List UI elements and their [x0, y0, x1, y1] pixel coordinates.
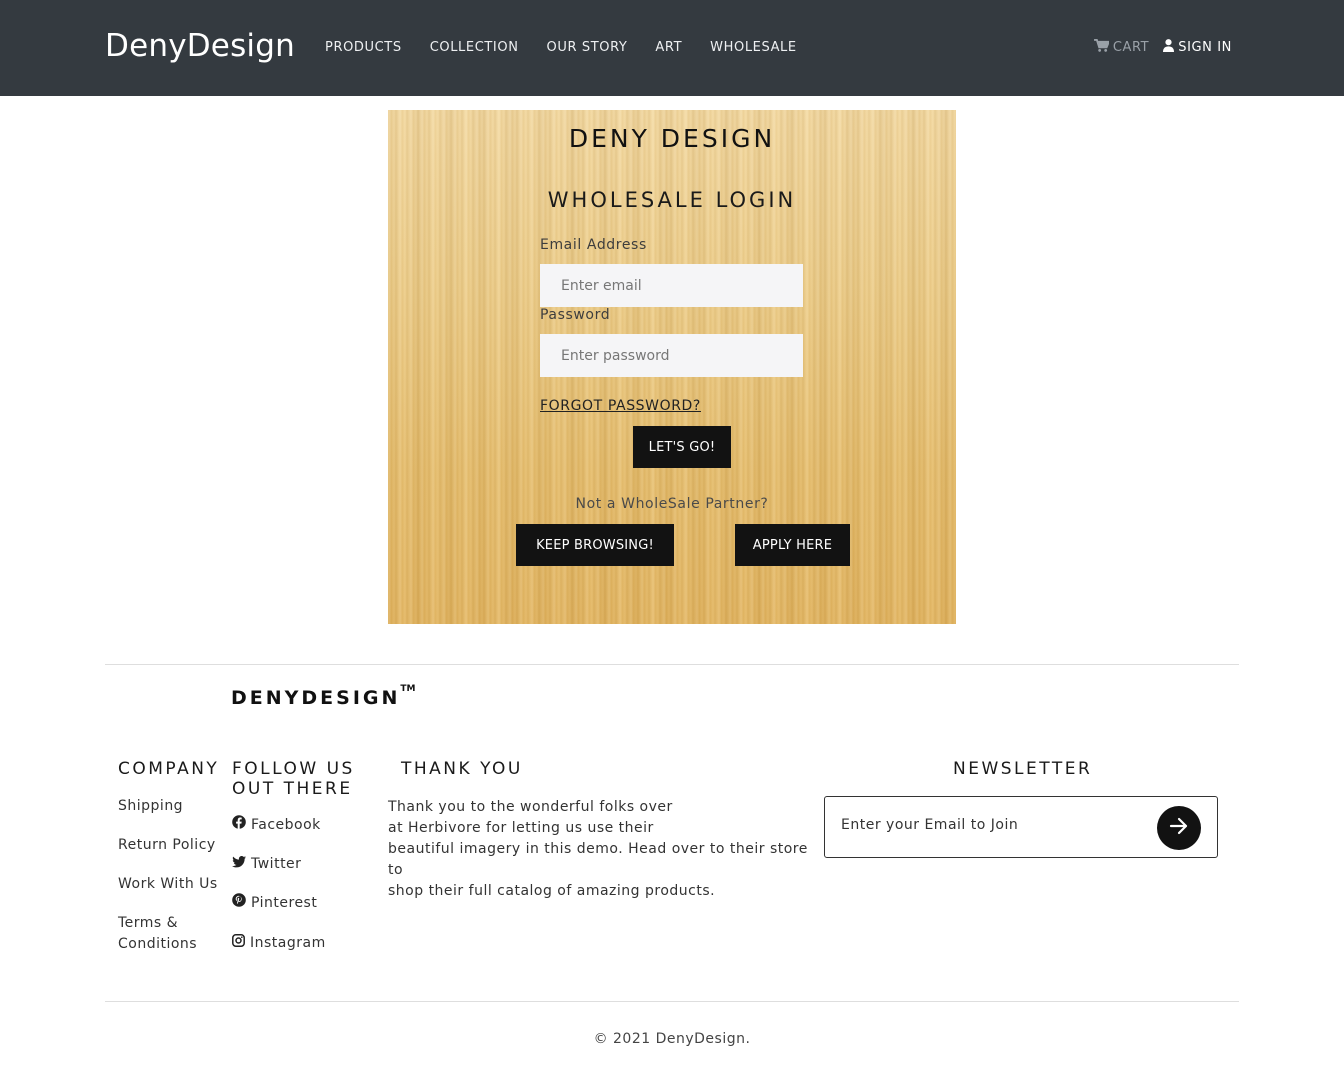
follow-heading-line1: FOLLOW US — [232, 759, 355, 779]
keep-browsing-button[interactable]: KEEP BROWSING! — [516, 524, 674, 566]
sign-in-label: SIGN IN — [1178, 40, 1232, 55]
password-input[interactable] — [540, 334, 803, 377]
instagram-label: Instagram — [250, 935, 326, 951]
forgot-password-link[interactable]: FORGOT PASSWORD? — [540, 398, 701, 414]
footer-link-terms[interactable]: Terms & — [118, 913, 178, 934]
trademark-mark: TM — [400, 683, 416, 694]
nav-right: CART SIGN IN — [1093, 39, 1232, 56]
social-link-facebook[interactable]: Facebook — [232, 815, 321, 836]
footer-logo[interactable]: DENYDESIGNTM — [231, 683, 416, 709]
top-navbar: DenyDesign PRODUCTS COLLECTION OUR STORY… — [0, 0, 1344, 96]
password-label: Password — [540, 307, 611, 323]
twitter-label: Twitter — [251, 856, 302, 872]
wholesale-login-panel: DENY DESIGN WHOLESALE LOGIN Email Addres… — [388, 110, 956, 624]
newsletter-email-input[interactable] — [841, 817, 1141, 833]
footer-link-shipping[interactable]: Shipping — [118, 796, 183, 817]
pinterest-icon — [232, 893, 251, 914]
newsletter-heading: NEWSLETTER — [953, 759, 1093, 779]
cart-label: CART — [1112, 40, 1150, 55]
instagram-icon — [232, 933, 250, 954]
email-input[interactable] — [540, 264, 803, 307]
nav-collection[interactable]: COLLECTION — [430, 40, 519, 55]
facebook-icon — [232, 815, 251, 836]
newsletter-form — [824, 796, 1218, 858]
nav-products[interactable]: PRODUCTS — [325, 40, 402, 55]
pinterest-label: Pinterest — [251, 895, 318, 911]
partner-prompt: Not a WholeSale Partner? — [575, 496, 769, 512]
company-heading: COMPANY — [118, 759, 220, 779]
apply-here-button[interactable]: APPLY HERE — [735, 524, 850, 566]
thank-you-line: Thank you to the wonderful folks over — [388, 799, 673, 815]
footer-link-conditions[interactable]: Conditions — [118, 934, 197, 955]
panel-subtitle: WHOLESALE LOGIN — [547, 188, 797, 212]
user-icon — [1163, 39, 1178, 56]
social-link-twitter[interactable]: Twitter — [232, 854, 301, 875]
thank-you-text: Thank you to the wonderful folks over at… — [388, 797, 808, 902]
copyright-text: © 2021 DenyDesign. — [593, 1031, 751, 1047]
cart-icon — [1093, 39, 1113, 56]
social-link-pinterest[interactable]: Pinterest — [232, 893, 317, 914]
panel-title: DENY DESIGN — [568, 124, 776, 153]
lets-go-button[interactable]: LET'S GO! — [633, 426, 731, 468]
email-label: Email Address — [540, 237, 647, 253]
footer-divider-top — [105, 664, 1239, 665]
facebook-label: Facebook — [251, 817, 321, 833]
social-link-instagram[interactable]: Instagram — [232, 933, 326, 954]
footer-link-return-policy[interactable]: Return Policy — [118, 835, 216, 856]
main-nav: PRODUCTS COLLECTION OUR STORY ART WHOLES… — [325, 40, 825, 55]
follow-heading-line2: OUT THERE — [232, 779, 353, 799]
cart-link[interactable]: CART — [1093, 39, 1150, 56]
footer-divider-bottom — [105, 1001, 1239, 1002]
sign-in-link[interactable]: SIGN IN — [1163, 39, 1232, 56]
arrow-right-icon — [1169, 817, 1189, 839]
newsletter-submit-button[interactable] — [1157, 806, 1201, 850]
thank-you-line: at Herbivore for letting us use their — [388, 820, 654, 836]
footer-link-work-with-us[interactable]: Work With Us — [118, 874, 218, 895]
brand-logo[interactable]: DenyDesign — [105, 28, 295, 64]
thank-you-heading: THANK YOU — [401, 759, 523, 779]
thank-you-line: beautiful imagery in this demo. Head ove… — [388, 841, 808, 878]
footer-logo-text: DENYDESIGN — [231, 687, 401, 709]
nav-wholesale[interactable]: WHOLESALE — [710, 40, 797, 55]
twitter-icon — [232, 854, 251, 875]
nav-our-story[interactable]: OUR STORY — [547, 40, 628, 55]
nav-art[interactable]: ART — [655, 40, 682, 55]
thank-you-line: shop their full catalog of amazing produ… — [388, 883, 716, 899]
